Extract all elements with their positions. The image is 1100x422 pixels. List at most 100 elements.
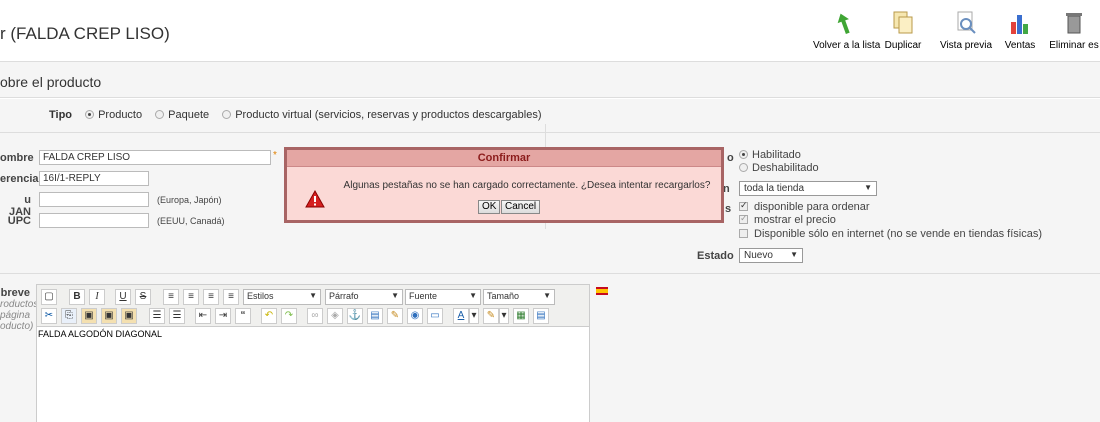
name-field[interactable]: FALDA CREP LISO — [39, 150, 271, 165]
text-color-icon[interactable]: A — [453, 308, 469, 324]
language-flag-icon[interactable] — [596, 287, 608, 295]
product-type-row: Tipo Producto Paquete Producto virtual (… — [49, 109, 542, 121]
delete-button[interactable]: Eliminar es — [1044, 10, 1100, 51]
type-virtual-radio[interactable] — [222, 110, 232, 119]
preview-button[interactable]: Vista previa — [938, 10, 994, 51]
enabled-radio[interactable] — [739, 150, 748, 159]
section-title: obre el producto — [0, 74, 102, 90]
upc-label: UPC — [7, 215, 31, 227]
warning-icon — [305, 189, 325, 211]
help-icon[interactable]: ◉ — [407, 308, 423, 324]
header: r (FALDA CREP LISO) Volver a la lista Du… — [0, 8, 1100, 62]
show-price-option[interactable]: mostrar el precio — [739, 213, 836, 226]
size-dropdown[interactable]: Tamaño ▼ — [483, 289, 555, 305]
ok-button[interactable]: OK — [478, 200, 501, 214]
online-only-option[interactable]: Disponible sólo en internet (no se vende… — [739, 228, 1042, 240]
duplicate-button[interactable]: Duplicar — [878, 10, 928, 51]
options-label: s — [725, 203, 732, 215]
required-marker: * — [273, 150, 277, 161]
divider — [0, 273, 1100, 274]
paste-word-icon[interactable]: ▣ — [121, 308, 137, 324]
paste-text-icon[interactable]: ▣ — [101, 308, 117, 324]
italic-icon[interactable]: I — [89, 289, 105, 305]
type-product-label: Producto — [98, 109, 143, 121]
duplicate-icon — [891, 10, 915, 34]
cut-icon[interactable]: ✂ — [41, 308, 57, 324]
code-icon[interactable]: ▭ — [427, 308, 443, 324]
condition-select[interactable]: Nuevo ▼ — [739, 248, 803, 263]
short-description-editor[interactable]: ▢ B I U S ≡ ≡ ≡ ≡ Estilos ▼ Párrafo ▼ Fuen… — [36, 284, 590, 422]
align-right-icon[interactable]: ≡ — [203, 289, 219, 305]
blockquote-icon[interactable]: “ — [235, 308, 251, 324]
align-left-icon[interactable]: ≡ — [163, 289, 179, 305]
short-description-hint: oducto) — [0, 321, 34, 332]
anchor-icon[interactable]: ⚓ — [347, 308, 363, 324]
styles-dropdown[interactable]: Estilos ▼ — [243, 289, 321, 305]
highlight-color-icon[interactable]: ✎ — [483, 308, 499, 324]
unlink-icon[interactable]: ◈ — [327, 308, 343, 324]
back-arrow-icon — [832, 10, 856, 35]
short-description-hint: página — [0, 310, 31, 321]
type-pack-radio[interactable] — [155, 110, 165, 119]
paste-icon[interactable]: ▣ — [81, 308, 97, 324]
disabled-radio[interactable] — [739, 163, 748, 172]
online-only-checkbox[interactable] — [739, 229, 748, 238]
media-icon[interactable]: ▦ — [513, 308, 529, 324]
upc-hint: (EEUU, Canadá) — [157, 216, 225, 226]
divider — [0, 98, 1100, 99]
chevron-down-icon[interactable]: ▾ — [499, 308, 509, 324]
page: r (FALDA CREP LISO) Volver a la lista Du… — [0, 0, 1100, 422]
jan-field[interactable] — [39, 192, 149, 207]
sales-button[interactable]: Ventas — [1000, 10, 1040, 51]
cancel-button[interactable]: Cancel — [501, 200, 541, 214]
bullet-list-icon[interactable]: ☰ — [149, 308, 165, 324]
new-document-icon[interactable]: ▢ — [41, 289, 57, 305]
editor-toolbar: ▢ B I U S ≡ ≡ ≡ ≡ Estilos ▼ Párrafo ▼ Fuen… — [37, 285, 589, 327]
disabled-option[interactable]: Deshabilitado — [739, 162, 819, 174]
upc-field[interactable] — [39, 213, 149, 228]
enabled-option[interactable]: Habilitado — [739, 149, 801, 161]
type-pack-label: Paquete — [168, 109, 210, 121]
editor-content[interactable]: FALDA ALGODÓN DIAGONAL — [38, 329, 162, 339]
short-description-label: breve roductos página oducto) — [0, 287, 38, 332]
underline-icon[interactable]: U — [115, 289, 131, 305]
disabled-label: Deshabilitado — [752, 162, 819, 174]
sales-chart-icon — [1008, 10, 1032, 34]
strikethrough-icon[interactable]: S — [135, 289, 151, 305]
paragraph-dropdown-label: Párrafo — [329, 291, 359, 301]
show-price-checkbox[interactable] — [739, 213, 748, 224]
bold-icon[interactable]: B — [69, 289, 85, 305]
font-dropdown-label: Fuente — [409, 291, 438, 301]
chevron-down-icon: ▼ — [790, 250, 798, 259]
paragraph-dropdown[interactable]: Párrafo ▼ — [325, 289, 403, 305]
available-for-order-option[interactable]: disponible para ordenar — [739, 200, 870, 213]
outdent-icon[interactable]: ⇤ — [195, 308, 211, 324]
condition-value: Nuevo — [744, 250, 773, 261]
available-for-order-checkbox[interactable] — [739, 200, 748, 211]
undo-icon[interactable]: ↶ — [261, 308, 277, 324]
available-for-order-label: disponible para ordenar — [754, 201, 870, 213]
visibility-select[interactable]: toda la tienda ▼ — [739, 181, 877, 196]
reference-field[interactable]: 16I/1-REPLY — [39, 171, 149, 186]
preview-icon — [954, 10, 978, 34]
chevron-down-icon: ▼ — [391, 291, 399, 300]
image-icon[interactable]: ▤ — [367, 308, 383, 324]
cleanup-icon[interactable]: ✎ — [387, 308, 403, 324]
redo-icon[interactable]: ↷ — [281, 308, 297, 324]
align-justify-icon[interactable]: ≡ — [223, 289, 239, 305]
type-product-radio[interactable] — [85, 110, 95, 119]
indent-icon[interactable]: ⇥ — [215, 308, 231, 324]
divider — [0, 132, 1100, 133]
styles-dropdown-label: Estilos — [247, 291, 274, 301]
back-to-list-button[interactable]: Volver a la lista — [813, 10, 880, 51]
align-center-icon[interactable]: ≡ — [183, 289, 199, 305]
numbered-list-icon[interactable]: ☰ — [169, 308, 185, 324]
chevron-down-icon: ▼ — [309, 291, 317, 300]
show-price-label: mostrar el precio — [754, 214, 836, 226]
table-icon[interactable]: ▤ — [533, 308, 549, 324]
font-dropdown[interactable]: Fuente ▼ — [405, 289, 481, 305]
link-icon[interactable]: ∞ — [307, 308, 323, 324]
copy-icon[interactable]: ⎘ — [61, 308, 77, 324]
chevron-down-icon[interactable]: ▾ — [469, 308, 479, 324]
visibility-label: n — [723, 183, 730, 195]
